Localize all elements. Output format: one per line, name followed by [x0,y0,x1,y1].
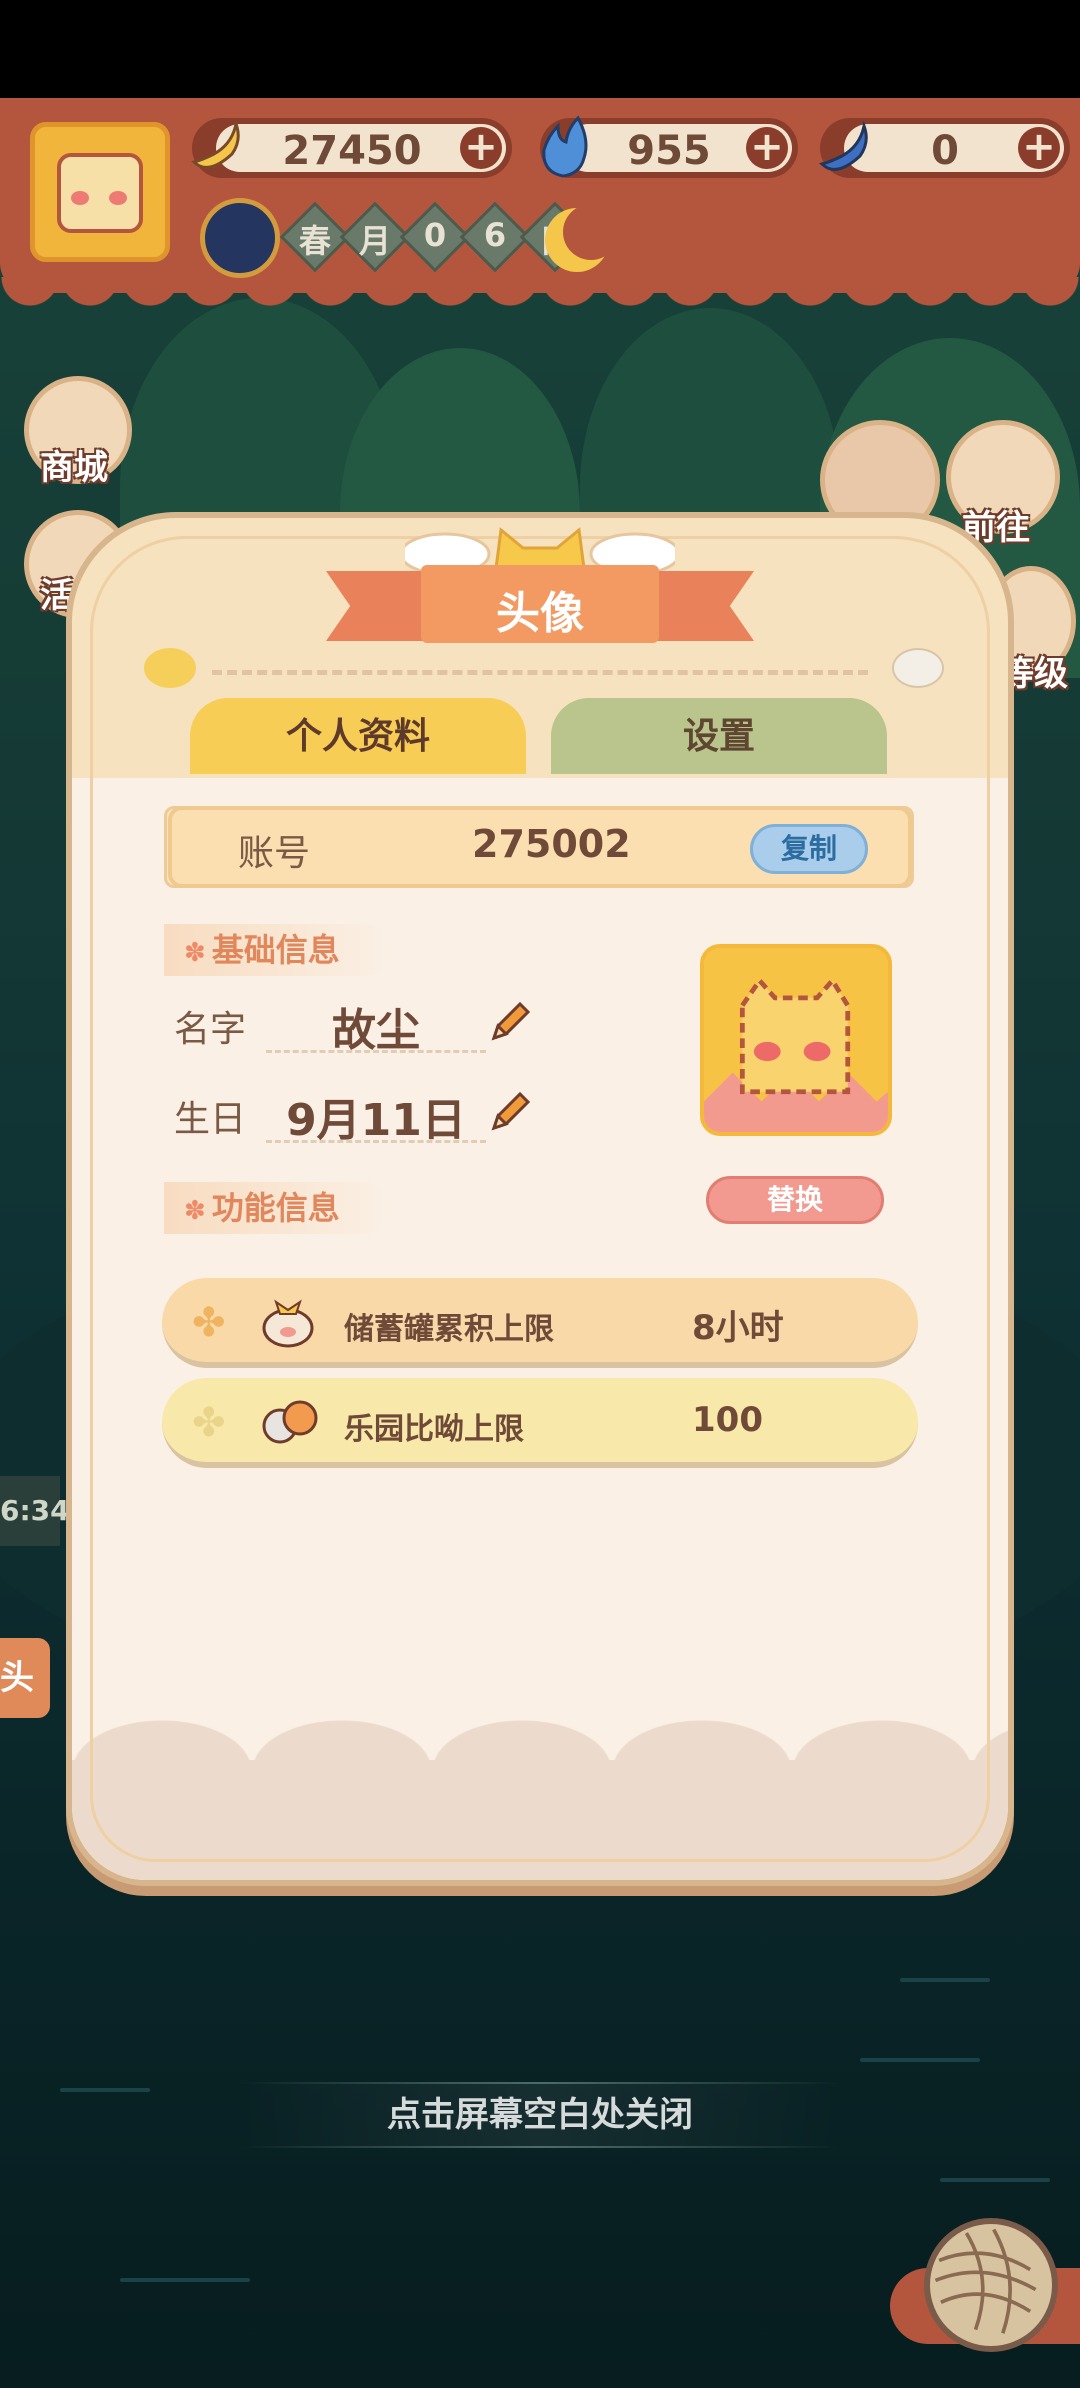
add-flame-button[interactable]: + [746,127,788,169]
yarn-ball-icon [930,2224,1041,2335]
banana-counter: 27450 + [191,118,512,178]
title-ribbon: 头像 [326,565,754,643]
birthday-label: 生日 [174,1099,247,1140]
account-label: 账号 [238,833,311,874]
day-night-clock-icon [200,198,280,278]
banana-icon [191,118,240,169]
profile-avatar-image [700,944,892,1136]
tab-profile[interactable]: 个人资料 [190,698,526,774]
moon-icon [545,204,619,272]
tag-fragment: 头 [0,1638,50,1718]
flame-counter: 955 + [540,115,798,178]
function-name: 储蓄罐累积上限 [344,1312,554,1347]
account-bar: 账号 275002 复制 [168,806,912,888]
replace-avatar-button[interactable]: 替换 [706,1176,884,1224]
flame-value: 955 [627,128,711,174]
tab-settings[interactable]: 设置 [551,698,887,774]
function-value: 100 [692,1400,763,1440]
name-underline [266,1050,486,1053]
add-blue-banana-button[interactable]: + [1018,127,1060,169]
avatar-face-icon [57,153,143,233]
clover-icon: ✤ [192,1400,226,1446]
name-label: 名字 [174,1009,247,1050]
banana-value: 27450 [282,128,422,174]
water-wave [120,2278,250,2282]
basic-info-section: ✽ 基础信息 [164,924,390,976]
dashed-divider [212,670,868,675]
birthday-value: 9月11日 [286,1095,466,1146]
water-wave [60,2088,150,2092]
yellow-chick-icon [144,648,196,688]
edit-birthday-pencil-icon[interactable] [486,1086,536,1136]
water-wave [900,1978,990,1982]
account-id: 275002 [472,822,631,866]
water-wave [860,2058,980,2062]
blue-flame-icon [542,115,588,178]
blue-banana-counter: 0 + [819,118,1070,178]
water-wave [940,2178,1050,2182]
clover-icon: ✤ [192,1300,226,1346]
date-char: 6 [483,216,507,254]
add-banana-button[interactable]: + [460,127,502,169]
yarn-ball-button[interactable] [924,2218,1058,2352]
name-value: 故尘 [332,1005,420,1056]
function-row-paradise: ✤ 乐园比呦上限 100 [162,1378,918,1468]
date-char: 0 [423,216,447,254]
clover-icon: ✽ [184,1196,206,1226]
date-char: 春 [298,222,331,260]
function-row-piggy: ✤ 储蓄罐累积上限 8小时 [162,1278,918,1368]
function-value: 8小时 [692,1308,784,1348]
birthday-underline [266,1140,486,1143]
clover-icon: ✽ [184,938,206,968]
edit-name-pencil-icon[interactable] [486,996,536,1046]
function-name: 乐园比呦上限 [344,1412,524,1447]
function-info-section: ✽ 功能信息 [164,1182,390,1234]
function-info-title: 功能信息 [211,1189,340,1227]
time-fragment: 6:34 [0,1476,70,1546]
player-avatar-button[interactable] [30,122,170,262]
blue-banana-icon [819,120,868,171]
status-bar [0,0,1080,98]
cat-pair-icon [262,1400,318,1444]
blue-banana-value: 0 [931,128,959,174]
close-hint[interactable]: 点击屏幕空白处关闭 [240,2082,840,2148]
piggy-bank-icon [262,1299,314,1348]
shop-label: 商城 [40,448,108,488]
dialog-title: 头像 [496,588,584,639]
basic-info-title: 基础信息 [211,931,340,969]
date-char: 月 [358,222,391,260]
copy-button[interactable]: 复制 [750,824,868,874]
white-chick-icon [892,648,944,688]
